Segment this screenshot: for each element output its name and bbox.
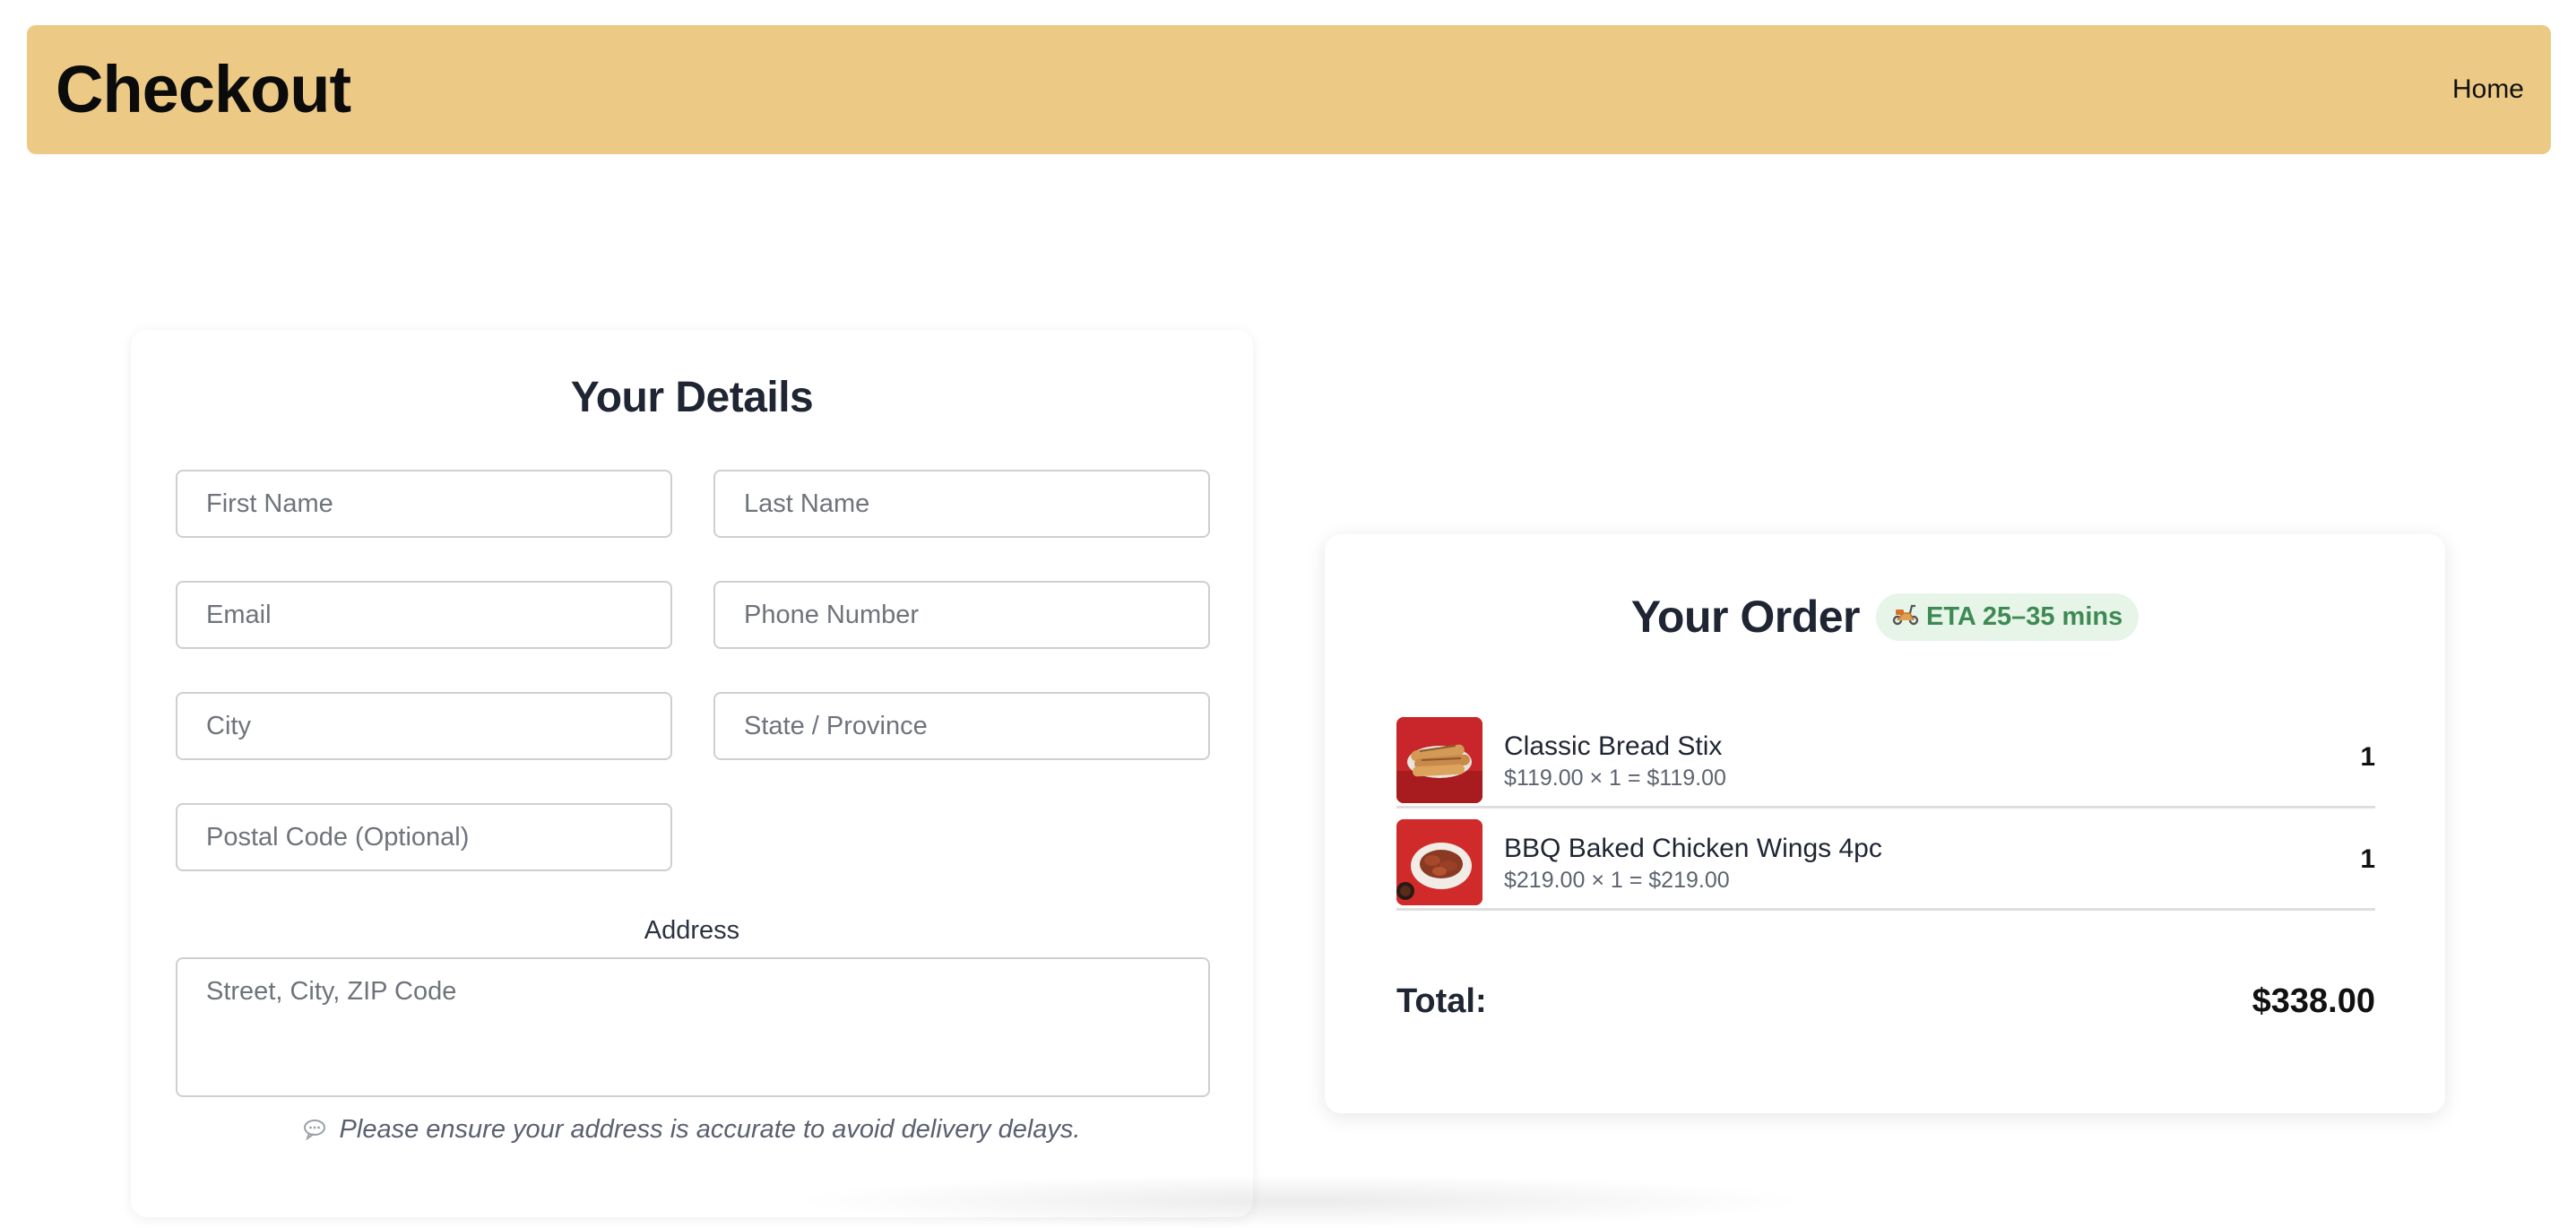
eta-badge: ETA 25–35 mins — [1876, 592, 2139, 641]
email-input[interactable] — [176, 581, 672, 649]
total-value: $338.00 — [2252, 982, 2375, 1020]
page-title: Checkout — [56, 52, 351, 126]
item-name: BBQ Baked Chicken Wings 4pc — [1504, 834, 1882, 863]
header-bar: Checkout Home — [27, 25, 2551, 154]
chicken-wings-thumbnail — [1396, 819, 1482, 905]
address-textarea[interactable] — [176, 957, 1210, 1097]
address-hint: Please ensure your address is accurate t… — [131, 1115, 1253, 1145]
address-label: Address — [644, 916, 740, 945]
item-name: Classic Bread Stix — [1504, 731, 1723, 761]
total-label: Total: — [1396, 982, 1487, 1020]
bread-stix-thumbnail — [1396, 717, 1482, 803]
first-name-input[interactable] — [176, 470, 672, 538]
item-price-line: $219.00 × 1 = $219.00 — [1504, 868, 1730, 893]
order-card: Your Order ETA 25–35 mins Classic Bread … — [1325, 534, 2445, 1113]
speech-bubble-icon — [303, 1115, 333, 1144]
state-input[interactable] — [713, 692, 1210, 760]
city-input[interactable] — [176, 692, 672, 760]
order-header: Your Order ETA 25–35 mins — [1325, 588, 2445, 645]
home-link[interactable]: Home — [2452, 25, 2524, 154]
order-item: BBQ Baked Chicken Wings 4pc $219.00 × 1 … — [1396, 809, 2375, 911]
last-name-input[interactable] — [713, 470, 1210, 538]
eta-text: ETA 25–35 mins — [1926, 601, 2123, 631]
phone-input[interactable] — [713, 581, 1210, 649]
scooter-icon — [1892, 602, 1919, 632]
order-title: Your Order — [1630, 592, 1861, 642]
item-quantity: 1 — [2360, 742, 2375, 772]
postal-code-input[interactable] — [176, 803, 672, 871]
item-quantity: 1 — [2360, 844, 2375, 874]
address-hint-text: Please ensure your address is accurate t… — [339, 1115, 1081, 1144]
details-card: Your Details Address Please ensure your … — [131, 330, 1253, 1217]
details-title: Your Details — [570, 374, 814, 421]
bottom-shadow — [789, 1174, 1811, 1228]
order-item: Classic Bread Stix $119.00 × 1 = $119.00… — [1396, 706, 2375, 809]
item-price-line: $119.00 × 1 = $119.00 — [1504, 765, 1726, 791]
